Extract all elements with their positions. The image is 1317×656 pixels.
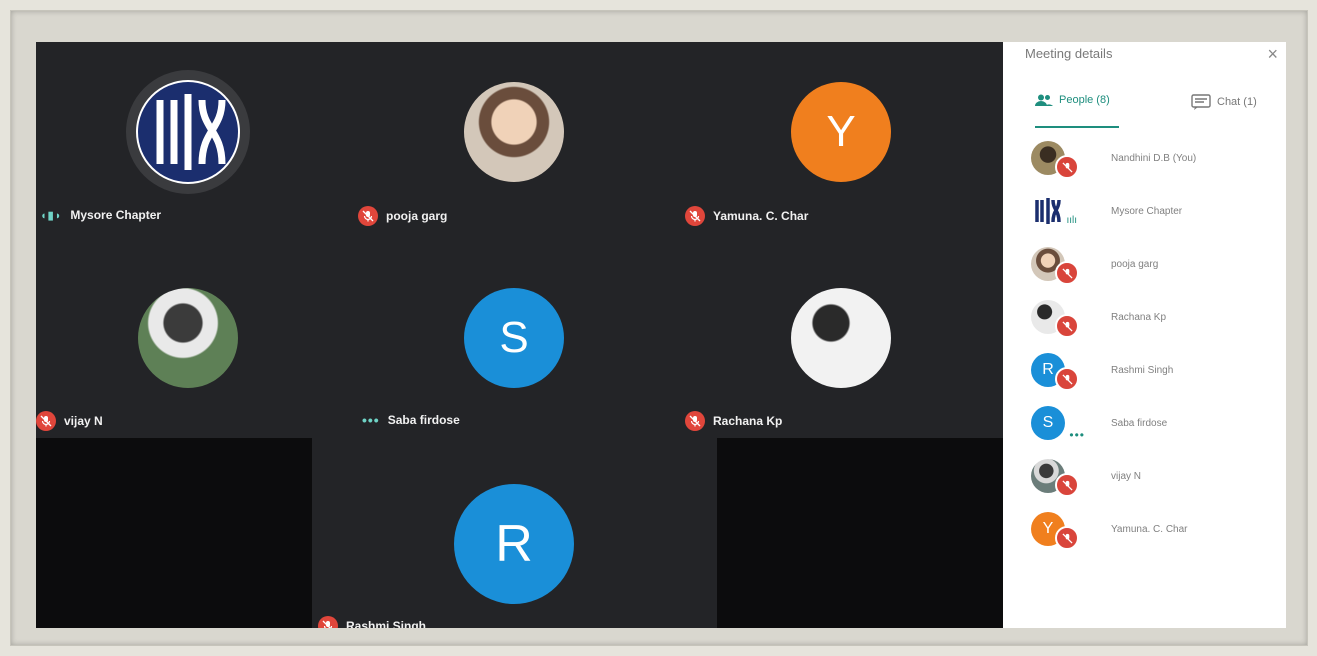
participant-name: vijay N	[64, 414, 103, 428]
person-name: Saba firdose	[1111, 417, 1168, 429]
logo-avatar	[126, 70, 250, 194]
participant-name: pooja garg	[386, 209, 448, 223]
tab-chat-label: Chat (1)	[1217, 96, 1257, 108]
person-name: Yamuna. C. Char	[1111, 523, 1188, 535]
mic-off-icon	[685, 206, 705, 226]
empty-tile-right	[717, 438, 1003, 628]
mic-off-icon	[318, 616, 338, 628]
profile-photo	[791, 288, 891, 388]
mic-off-icon	[1055, 314, 1079, 338]
list-item[interactable]: vijay N	[1031, 456, 1271, 497]
chapter-logo-icon	[138, 82, 238, 182]
mic-off-icon	[685, 411, 705, 431]
mic-off-icon	[1055, 526, 1079, 550]
list-item[interactable]: Nandhini D.B (You)	[1031, 138, 1271, 179]
list-item[interactable]: Y Yamuna. C. Char	[1031, 509, 1271, 550]
profile-photo	[1031, 300, 1079, 338]
typing-dots-icon: •••	[1069, 428, 1085, 442]
active-tab-underline	[1035, 126, 1119, 128]
close-icon[interactable]: ×	[1267, 44, 1278, 65]
letter-avatar: Y	[1031, 512, 1079, 550]
person-name: Rachana Kp	[1111, 311, 1167, 323]
chapter-logo-icon	[1035, 198, 1061, 224]
letter-avatar: Y	[791, 82, 891, 182]
tab-people-label: People (8)	[1059, 94, 1110, 106]
participant-tile[interactable]: pooja garg	[358, 42, 685, 238]
participant-tile[interactable]: ◖▮◗ Mysore Chapter	[36, 42, 358, 238]
list-item[interactable]: pooja garg	[1031, 244, 1271, 285]
chat-icon	[1191, 94, 1211, 110]
mic-off-icon	[1055, 261, 1079, 285]
participant-tile[interactable]: S ••• Saba firdose	[358, 238, 685, 438]
logo-avatar: ıılı	[1031, 194, 1077, 228]
participant-name: Saba firdose	[387, 413, 460, 427]
profile-photo	[1031, 459, 1079, 497]
people-icon	[1035, 94, 1053, 106]
mic-off-icon	[1055, 155, 1079, 179]
tab-chat[interactable]: Chat (1)	[1191, 94, 1257, 110]
profile-photo	[464, 82, 564, 182]
letter-avatar: R	[1031, 353, 1079, 391]
profile-photo	[138, 288, 238, 388]
speaking-indicator-icon: ıılı	[1066, 215, 1077, 226]
mic-off-icon	[1055, 473, 1079, 497]
person-name: Mysore Chapter	[1111, 205, 1183, 217]
person-name: Nandhini D.B (You)	[1111, 152, 1197, 164]
participant-name: Rashmi Singh	[346, 619, 427, 628]
panel-title: Meeting details	[1025, 46, 1113, 61]
profile-photo	[1031, 141, 1079, 179]
participant-name: Mysore Chapter	[70, 208, 162, 222]
tab-people[interactable]: People (8)	[1035, 94, 1110, 106]
list-item[interactable]: Rachana Kp	[1031, 297, 1271, 338]
letter-avatar: R	[454, 484, 574, 604]
profile-photo	[1031, 247, 1079, 285]
meeting-window: ◖▮◗ Mysore Chapter pooja garg Y Yamuna. …	[36, 42, 1286, 628]
participant-name: Yamuna. C. Char	[713, 209, 809, 223]
meeting-details-panel: Meeting details × People (8) Chat (1) Na…	[1003, 42, 1286, 628]
participant-tile[interactable]: Rachana Kp	[685, 238, 1003, 438]
person-name: pooja garg	[1111, 258, 1159, 270]
list-item[interactable]: S ••• Saba firdose	[1031, 403, 1271, 443]
typing-dots-icon: •••	[362, 412, 380, 428]
list-item[interactable]: R Rashmi Singh	[1031, 350, 1271, 391]
speaking-indicator-icon: ◖▮◗	[40, 209, 63, 222]
empty-tile-left	[36, 438, 312, 628]
mic-off-icon	[36, 411, 56, 431]
mic-off-icon	[1055, 367, 1079, 391]
participant-name: Rachana Kp	[713, 414, 783, 428]
mic-off-icon	[358, 206, 378, 226]
list-item[interactable]: ıılı Mysore Chapter	[1031, 191, 1271, 231]
letter-avatar: S	[464, 288, 564, 388]
person-name: Rashmi Singh	[1111, 364, 1174, 376]
participant-tile[interactable]: R Rashmi Singh	[312, 438, 717, 628]
person-name: vijay N	[1111, 470, 1142, 482]
video-grid: ◖▮◗ Mysore Chapter pooja garg Y Yamuna. …	[36, 42, 1003, 628]
letter-avatar: S •••	[1031, 406, 1084, 442]
participant-tile[interactable]: vijay N	[36, 238, 358, 438]
participant-tile[interactable]: Y Yamuna. C. Char	[685, 42, 1003, 238]
